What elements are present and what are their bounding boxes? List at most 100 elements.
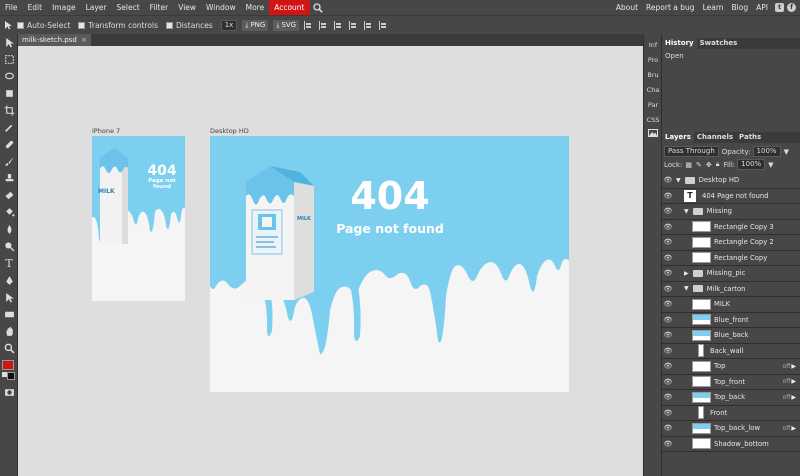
pen-tool-icon[interactable]: [0, 272, 18, 289]
blur-tool-icon[interactable]: [0, 221, 18, 238]
history-item-open[interactable]: Open: [665, 52, 797, 60]
layer-row[interactable]: 👁︎ Rectangle Copy: [662, 250, 800, 266]
lock-paint-icon[interactable]: ✎: [696, 161, 702, 169]
distances-option[interactable]: Distances: [166, 21, 213, 30]
mini-character[interactable]: Cha: [644, 83, 662, 98]
visibility-eye-icon[interactable]: 👁︎: [662, 393, 674, 401]
visibility-eye-icon[interactable]: 👁︎: [662, 269, 674, 277]
layer-effects-toggle[interactable]: off: [783, 363, 796, 370]
layer-row[interactable]: 👁︎ ▼ Missing: [662, 204, 800, 220]
auto-select-option[interactable]: Auto-Select: [17, 21, 70, 30]
hand-tool-icon[interactable]: [0, 323, 18, 340]
visibility-eye-icon[interactable]: 👁︎: [662, 409, 674, 417]
layer-row[interactable]: 👁︎ Rectangle Copy 3: [662, 219, 800, 235]
transform-controls-option[interactable]: Transform controls: [78, 21, 158, 30]
layer-row[interactable]: 👁︎ T 404 Page not found: [662, 188, 800, 204]
lock-position-icon[interactable]: ✥: [706, 161, 712, 169]
layer-row[interactable]: 👁︎ MILK: [662, 297, 800, 313]
layer-row[interactable]: 👁︎ Front: [662, 405, 800, 421]
distances-checkbox[interactable]: [166, 21, 174, 29]
eraser-tool-icon[interactable]: [0, 187, 18, 204]
marquee-tool-icon[interactable]: [0, 51, 18, 68]
type-tool-icon[interactable]: T: [0, 255, 18, 272]
tab-paths[interactable]: Paths: [736, 132, 764, 143]
mini-css[interactable]: CSS: [644, 113, 662, 128]
lasso-tool-icon[interactable]: [0, 68, 18, 85]
visibility-eye-icon[interactable]: 👁︎: [662, 440, 674, 448]
healing-tool-icon[interactable]: [0, 136, 18, 153]
menu-more[interactable]: More: [241, 0, 270, 15]
layer-row[interactable]: 👁︎ Top_front off: [662, 374, 800, 390]
visibility-eye-icon[interactable]: 👁︎: [662, 424, 674, 432]
layer-effects-toggle[interactable]: off: [783, 425, 796, 432]
menu-account[interactable]: Account: [269, 0, 310, 15]
image-panel-icon[interactable]: [644, 128, 662, 143]
layer-row[interactable]: 👁︎ Shadow_bottom: [662, 436, 800, 452]
link-learn[interactable]: Learn: [699, 0, 728, 15]
visibility-eye-icon[interactable]: 👁︎: [662, 285, 674, 293]
align-top-icon[interactable]: [349, 20, 358, 30]
collapse-arrow-icon[interactable]: ▶: [684, 270, 689, 277]
expand-arrow-icon[interactable]: ▼: [676, 177, 681, 184]
layer-effects-toggle[interactable]: off: [783, 394, 796, 401]
visibility-eye-icon[interactable]: 👁︎: [662, 300, 674, 308]
brush-tool-icon[interactable]: [0, 153, 18, 170]
crop-tool-icon[interactable]: [0, 102, 18, 119]
visibility-eye-icon[interactable]: 👁︎: [662, 223, 674, 231]
opacity-arrow-icon[interactable]: ▼: [784, 148, 789, 156]
align-center-icon[interactable]: [319, 20, 328, 30]
visibility-eye-icon[interactable]: 👁︎: [662, 254, 674, 262]
fill-arrow-icon[interactable]: ▼: [768, 161, 773, 169]
menu-view[interactable]: View: [173, 0, 201, 15]
menu-select[interactable]: Select: [112, 0, 145, 15]
layer-row[interactable]: 👁︎ ▼ Desktop HD: [662, 173, 800, 189]
visibility-eye-icon[interactable]: 👁︎: [662, 331, 674, 339]
canvas-area[interactable]: iPhone 7 MILK 404 Page not found Desktop…: [18, 46, 643, 476]
align-middle-icon[interactable]: [364, 20, 373, 30]
layer-row[interactable]: 👁︎ ▶ Missing_pic: [662, 266, 800, 282]
path-select-tool-icon[interactable]: [0, 289, 18, 306]
visibility-eye-icon[interactable]: 👁︎: [662, 176, 674, 184]
facebook-icon[interactable]: f: [787, 3, 796, 12]
export-svg-button[interactable]: ⤓ SVG: [273, 19, 300, 31]
menu-file[interactable]: File: [0, 0, 23, 15]
layer-row[interactable]: 👁︎ ▼ Milk_carton: [662, 281, 800, 297]
visibility-eye-icon[interactable]: 👁︎: [662, 207, 674, 215]
tab-channels[interactable]: Channels: [694, 132, 736, 143]
tab-layers[interactable]: Layers: [662, 132, 694, 143]
lock-transparent-icon[interactable]: ▦: [685, 161, 692, 169]
visibility-eye-icon[interactable]: 👁︎: [662, 347, 674, 355]
close-tab-icon[interactable]: ×: [81, 34, 87, 46]
artboard-desktop[interactable]: MILK 404 Page not found: [210, 136, 569, 392]
mini-info[interactable]: Inf: [644, 38, 662, 53]
link-blog[interactable]: Blog: [728, 0, 753, 15]
menu-layer[interactable]: Layer: [81, 0, 112, 15]
quick-select-tool-icon[interactable]: [0, 85, 18, 102]
zoom-tool-icon[interactable]: [0, 340, 18, 357]
link-api[interactable]: API: [752, 0, 772, 15]
expand-arrow-icon[interactable]: ▼: [684, 208, 689, 215]
twitter-icon[interactable]: t: [775, 3, 784, 12]
menu-window[interactable]: Window: [201, 0, 241, 15]
fill-input[interactable]: 100%: [737, 159, 766, 170]
visibility-eye-icon[interactable]: 👁︎: [662, 192, 674, 200]
export-png-button[interactable]: ⤓ PNG: [242, 19, 269, 31]
layer-row[interactable]: 👁︎ Top_back_low off: [662, 421, 800, 437]
artboard-iphone[interactable]: MILK 404 Page not found: [92, 136, 185, 301]
dodge-tool-icon[interactable]: [0, 238, 18, 255]
align-bottom-icon[interactable]: [379, 20, 388, 30]
blend-mode-select[interactable]: Pass Through: [664, 146, 719, 157]
layer-effects-toggle[interactable]: off: [783, 378, 796, 385]
layer-row[interactable]: 👁︎ Top off: [662, 359, 800, 375]
rectangle-tool-icon[interactable]: [0, 306, 18, 323]
menu-image[interactable]: Image: [47, 0, 81, 15]
link-report-bug[interactable]: Report a bug: [642, 0, 699, 15]
background-color-swatch[interactable]: [7, 372, 15, 380]
foreground-color-swatch[interactable]: [0, 360, 18, 384]
auto-select-checkbox[interactable]: [17, 21, 24, 29]
visibility-eye-icon[interactable]: 👁︎: [662, 238, 674, 246]
expand-arrow-icon[interactable]: ▼: [684, 285, 689, 292]
mini-brush[interactable]: Bru: [644, 68, 662, 83]
lock-all-icon[interactable]: 🔒︎: [716, 160, 720, 169]
document-tab[interactable]: milk-sketch.psd ×: [18, 34, 91, 46]
